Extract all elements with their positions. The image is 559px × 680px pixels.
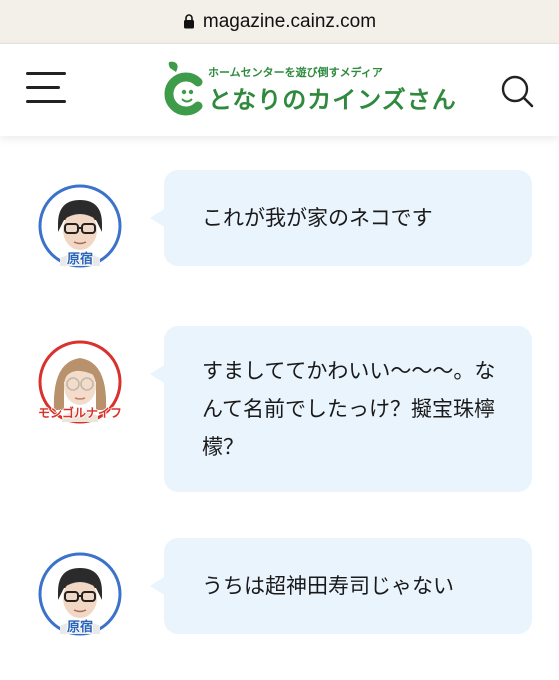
url-text: magazine.cainz.com xyxy=(202,10,377,32)
chat-bubble: うちは超神田寿司じゃない xyxy=(150,538,532,634)
chat-bubble: すましててかわいい〜〜〜。なんて名前でしたっけ？擬宝珠檸檬？ xyxy=(150,326,532,492)
message-text: これが我が家のネコです xyxy=(202,206,433,230)
lock-icon xyxy=(183,14,194,29)
chat-bubble: これが我が家のネコです xyxy=(150,170,532,266)
chat-message: 原宿 これが我が家のネコです xyxy=(0,170,559,270)
search-icon[interactable] xyxy=(500,74,534,108)
speaker-name: 原宿 xyxy=(66,252,94,267)
mascot-logo-icon xyxy=(164,61,203,116)
hamburger-menu-icon[interactable] xyxy=(26,72,66,106)
speaker-name: 原宿 xyxy=(66,620,94,635)
avatar: モンゴルナイフ xyxy=(38,340,122,424)
site-logo[interactable]: ホームセンターを遊び倒すメディア となりのカインズさん xyxy=(160,60,456,116)
chat-thread: 原宿 これが我が家のネコです モンゴルナイフ すましててかわいい〜〜〜。なんて名… xyxy=(0,136,559,680)
message-text: すましててかわいい〜〜〜。なんて名前でしたっけ？擬宝珠檸檬？ xyxy=(202,359,496,459)
message-text: うちは超神田寿司じゃない xyxy=(202,574,454,598)
logo-brand-name: となりのカインズさん xyxy=(208,86,457,114)
browser-url-bar[interactable]: magazine.cainz.com xyxy=(0,0,559,44)
avatar: 原宿 xyxy=(38,184,122,268)
chat-message: モンゴルナイフ すましててかわいい〜〜〜。なんて名前でしたっけ？擬宝珠檸檬？ xyxy=(0,326,559,496)
avatar: 原宿 xyxy=(38,552,122,636)
site-header: ホームセンターを遊び倒すメディア となりのカインズさん xyxy=(0,44,559,136)
speaker-name: モンゴルナイフ xyxy=(37,406,123,420)
chat-message: 原宿 うちは超神田寿司じゃない xyxy=(0,538,559,638)
logo-tagline: ホームセンターを遊び倒すメディア xyxy=(208,67,383,79)
